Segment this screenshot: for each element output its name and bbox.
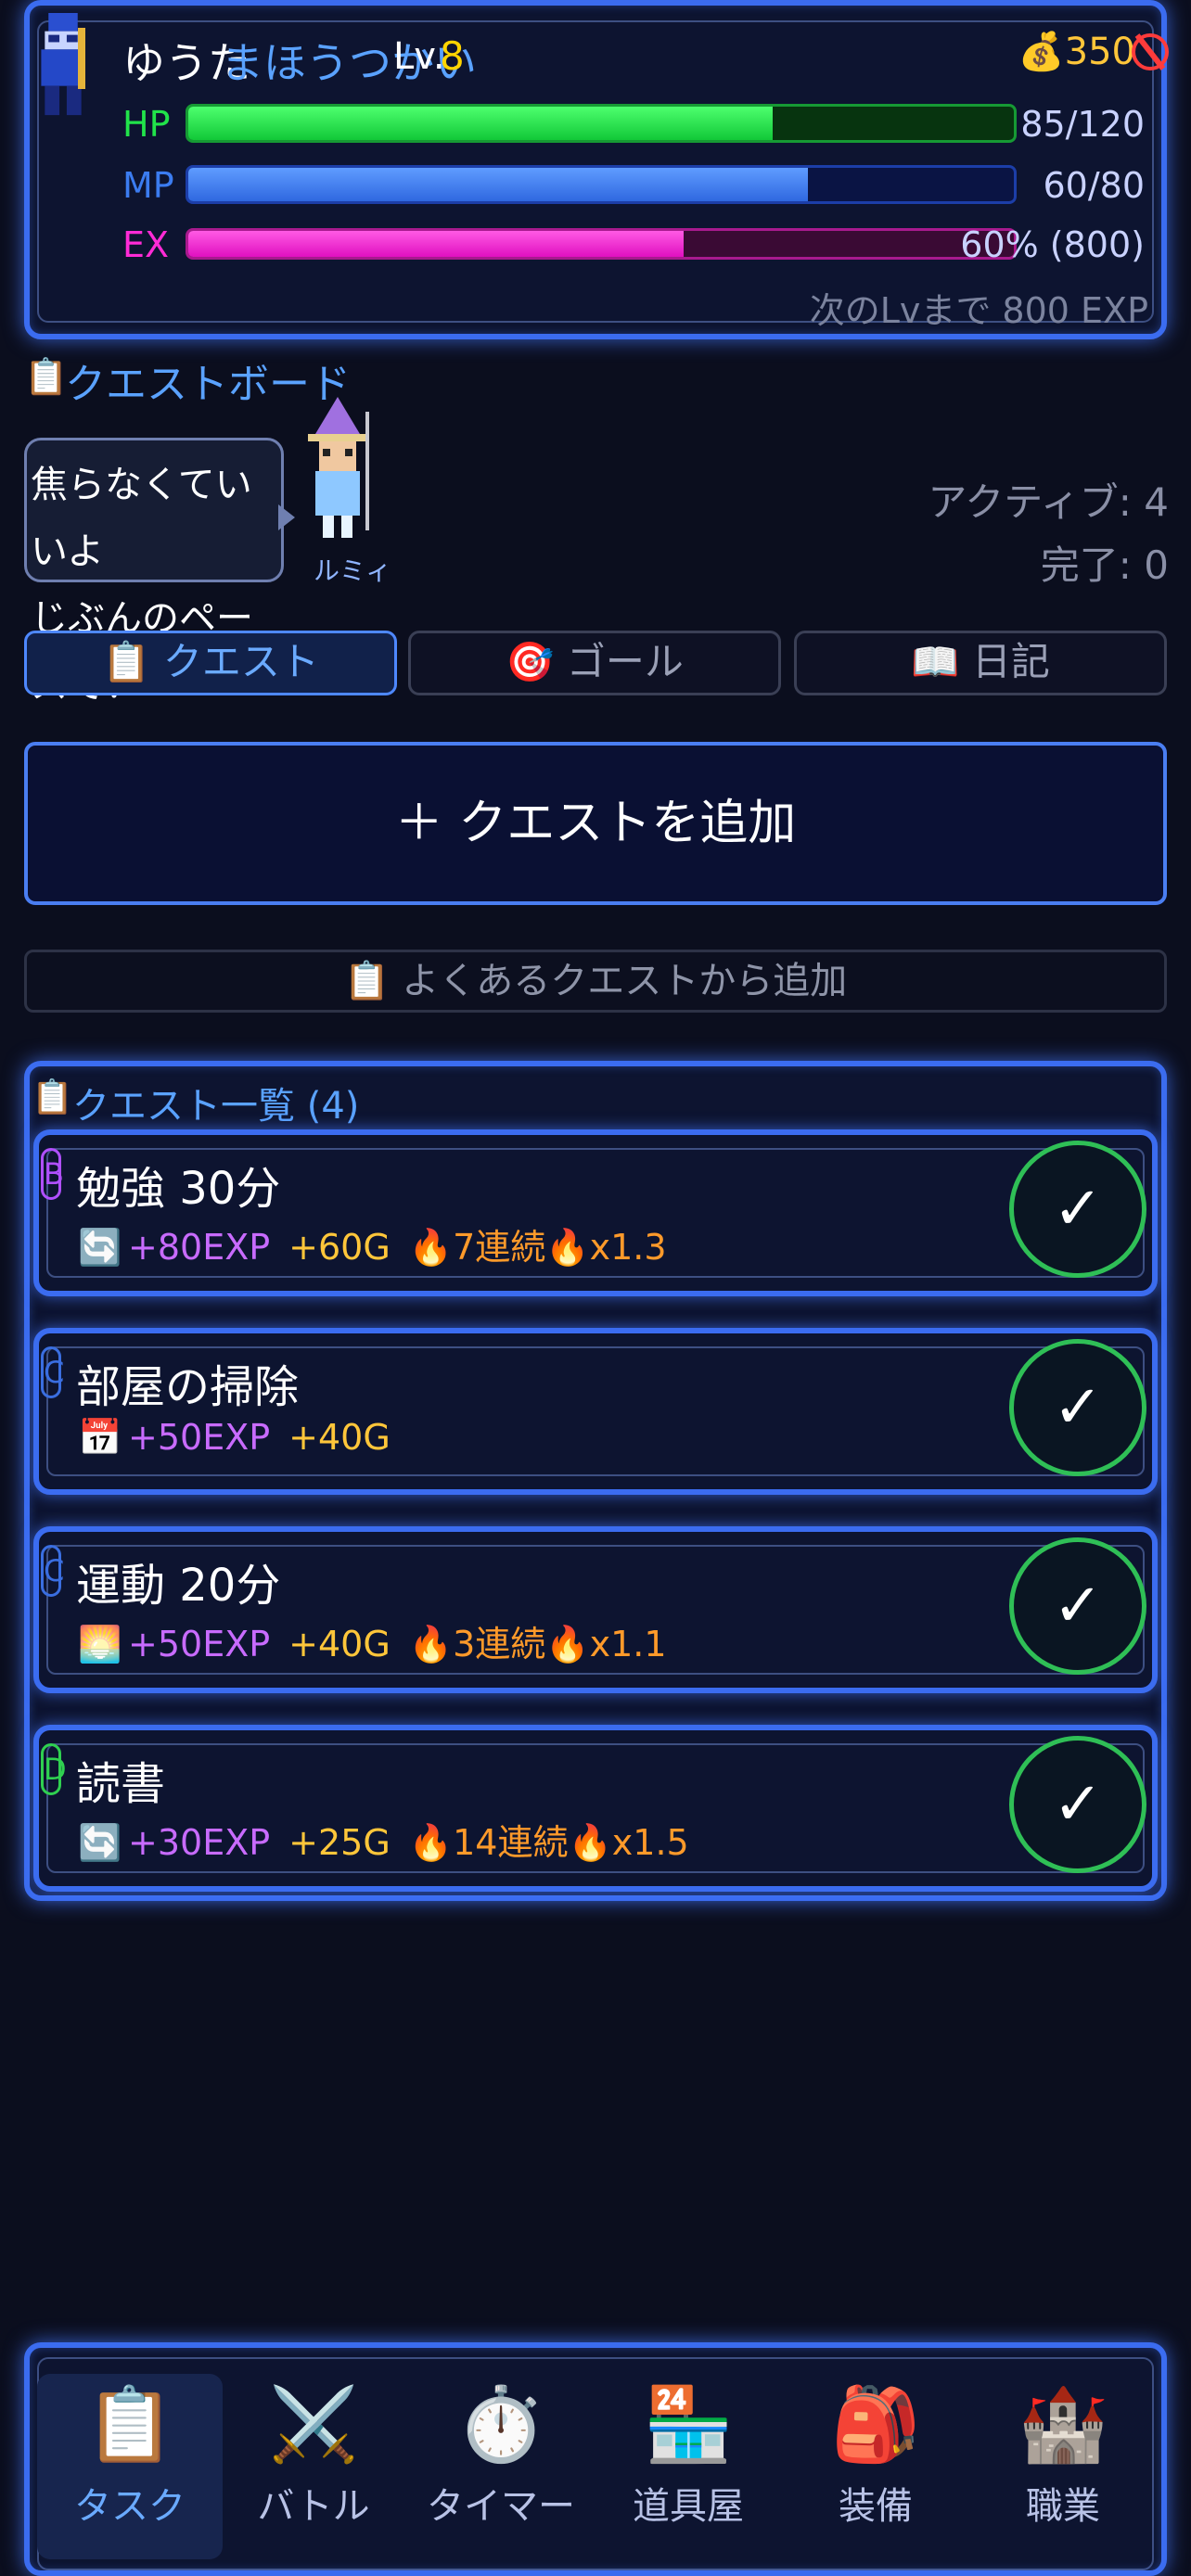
nav-timer-label: タイマー [427, 2485, 575, 2528]
nav-task[interactable]: 📋 タスク [37, 2374, 223, 2559]
next-level-text: 次のLvまで 800 EXP [809, 290, 1148, 331]
hp-label: HP [122, 104, 171, 145]
quest-title: 読書 [76, 1758, 166, 1810]
money-bag-icon: 💰 [1018, 31, 1065, 73]
castle-icon: 🏰 [1018, 2383, 1108, 2467]
tab-diary[interactable]: 📖 日記 [794, 631, 1167, 695]
bubble-line-1: 焦らなくていいよ [31, 464, 252, 573]
target-icon: 🎯 [506, 639, 555, 684]
clipboard-icon: 📋 [24, 356, 69, 397]
gold-reward: +60G [288, 1227, 391, 1268]
gold-reward: +25G [288, 1822, 391, 1863]
tab-quest[interactable]: 📋 クエスト [24, 631, 397, 695]
mp-label: MP [122, 165, 174, 206]
ex-label: EX [122, 224, 170, 265]
ex-bar-fill [188, 231, 684, 257]
companion-name: ルミィ [314, 555, 392, 586]
complete-check-button[interactable]: ✓ [1009, 1736, 1146, 1873]
exp-reward: +50EXP [128, 1624, 271, 1664]
sunrise-icon: 🌅 [78, 1624, 122, 1664]
hp-value: 85/120 [1020, 104, 1145, 145]
ex-bar [186, 228, 1017, 260]
exp-reward: +50EXP [128, 1417, 271, 1458]
quest-title: 勉強 30分 [76, 1163, 281, 1215]
gold-reward: +40G [288, 1624, 391, 1664]
mp-value: 60/80 [1043, 165, 1145, 206]
avatar-frame-accent [78, 28, 85, 89]
rank-badge: D [41, 1743, 67, 1795]
rank-badge: C [41, 1545, 64, 1597]
repeat-icon: 🔄 [78, 1227, 122, 1268]
quest-card[interactable]: B 勉強 30分 🔄 +80EXP +60G 🔥7連続🔥x1.3 ✓ [33, 1129, 1158, 1296]
done-count: 完了: 0 [1040, 542, 1169, 588]
quest-rewards: 🔄 +80EXP +60G 🔥7連続🔥x1.3 [78, 1218, 667, 1269]
streak-bonus: 🔥7連続🔥x1.3 [408, 1227, 667, 1268]
mp-bar-fill [188, 168, 808, 201]
nav-shop[interactable]: 🏪 道具屋 [596, 2374, 781, 2559]
streak-bonus: 🔥3連続🔥x1.1 [408, 1624, 667, 1664]
companion-wizard[interactable] [299, 397, 377, 545]
tab-quest-label: クエスト [162, 639, 319, 684]
nav-task-label: タスク [74, 2485, 186, 2528]
quest-card[interactable]: D 読書 🔄 +30EXP +25G 🔥14連続🔥x1.5 ✓ [33, 1725, 1158, 1892]
ex-value: 60% (800) [960, 224, 1145, 265]
quest-title: 運動 20分 [76, 1560, 281, 1612]
quest-rewards: 🔄 +30EXP +25G 🔥14連続🔥x1.5 [78, 1814, 689, 1865]
clipboard-icon: 📋 [32, 1078, 73, 1116]
quest-rewards: 🌅 +50EXP +40G 🔥3連続🔥x1.1 [78, 1615, 667, 1666]
gold-reward: +40G [288, 1417, 391, 1458]
speech-bubble: 焦らなくていいよ じぶんのペースで！ [24, 438, 284, 707]
add-common-quest-button[interactable]: 📋 よくあるクエストから追加 [24, 950, 1167, 1013]
crossed-swords-icon: ⚔️ [268, 2383, 359, 2467]
nav-shop-label: 道具屋 [633, 2485, 744, 2528]
rank-badge: C [41, 1346, 64, 1398]
active-count: アクティブ: 4 [928, 479, 1169, 525]
speech-bubble-tail [278, 504, 295, 530]
level-value: 8 [440, 33, 465, 79]
quest-card[interactable]: C 部屋の掃除 📅 +50EXP +40G ✓ [33, 1328, 1158, 1495]
nav-battle[interactable]: ⚔️ バトル [221, 2374, 406, 2559]
gold-value: 350 [1064, 31, 1135, 73]
clipboard-icon: 📋 [343, 960, 391, 1002]
stopwatch-icon: ⏱️ [455, 2383, 546, 2467]
quest-card[interactable]: C 運動 20分 🌅 +50EXP +40G 🔥3連続🔥x1.1 ✓ [33, 1526, 1158, 1693]
complete-check-button[interactable]: ✓ [1009, 1537, 1146, 1675]
tab-goal-label: ゴール [566, 639, 684, 684]
pencil-badge-icon[interactable] [1132, 28, 1169, 76]
streak-bonus: 🔥14連続🔥x1.5 [408, 1822, 689, 1863]
hp-bar [186, 104, 1017, 143]
exp-reward: +30EXP [128, 1822, 271, 1863]
backpack-icon: 🎒 [830, 2383, 921, 2467]
book-icon: 📖 [911, 639, 960, 684]
nav-job-label: 職業 [1026, 2485, 1100, 2528]
quest-title: 部屋の掃除 [76, 1361, 300, 1413]
nav-job[interactable]: 🏰 職業 [970, 2374, 1156, 2559]
tab-diary-label: 日記 [971, 639, 1050, 684]
level-label: Lv. [393, 35, 445, 78]
clipboard-icon: 📋 [102, 639, 151, 684]
convenience-store-icon: 🏪 [643, 2383, 734, 2467]
hp-bar-fill [188, 107, 774, 140]
nav-timer[interactable]: ⏱️ タイマー [408, 2374, 594, 2559]
nav-equipment[interactable]: 🎒 装備 [783, 2374, 968, 2559]
complete-check-button[interactable]: ✓ [1009, 1141, 1146, 1278]
add-common-label: よくあるクエストから追加 [402, 960, 848, 1002]
clipboard-icon: 📋 [84, 2383, 175, 2467]
complete-check-button[interactable]: ✓ [1009, 1339, 1146, 1476]
exp-reward: +80EXP [128, 1227, 271, 1268]
quest-rewards: 📅 +50EXP +40G [78, 1417, 409, 1459]
gold-amount: 💰350 [1018, 30, 1135, 73]
repeat-icon: 🔄 [78, 1822, 122, 1863]
tab-goal[interactable]: 🎯 ゴール [408, 631, 781, 695]
nav-equipment-label: 装備 [839, 2485, 913, 2528]
quest-list-title: クエスト一覧 (4) [72, 1085, 360, 1128]
mp-bar [186, 165, 1017, 204]
add-quest-button[interactable]: ＋ クエストを追加 [24, 742, 1167, 905]
nav-battle-label: バトル [257, 2485, 370, 2528]
rank-badge: B [41, 1148, 64, 1200]
calendar-icon: 📅 [78, 1417, 122, 1458]
